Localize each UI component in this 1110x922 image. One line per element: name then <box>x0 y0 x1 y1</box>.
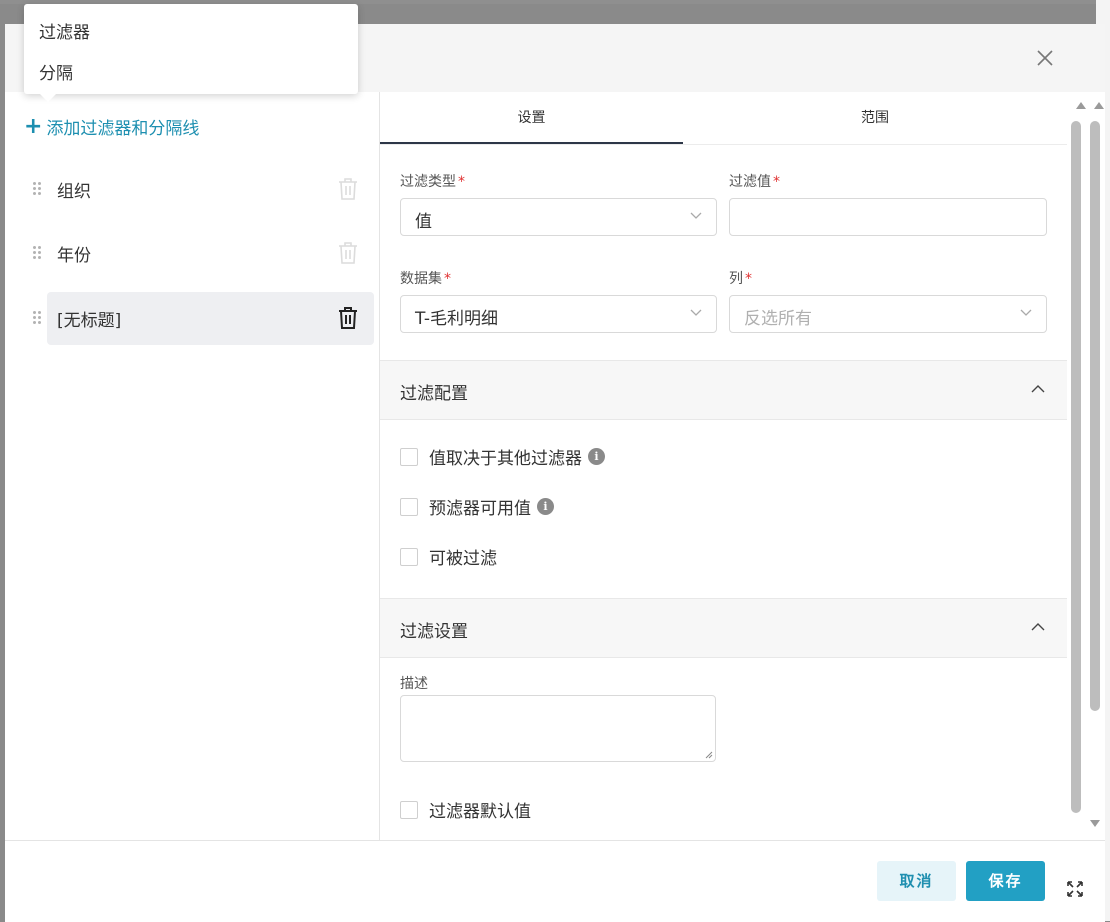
filter-item-org[interactable]: 组织 <box>33 163 374 216</box>
trash-icon[interactable] <box>337 241 359 265</box>
cancel-button[interactable]: 取消 <box>877 861 956 901</box>
filter-item-label: 年份 <box>57 246 91 266</box>
checkbox[interactable] <box>400 447 418 466</box>
checkbox[interactable] <box>400 547 418 566</box>
tab-bar: 设置 范围 <box>380 92 1067 145</box>
filter-list-panel: + 添加过滤器和分隔线 组织 年份 [无标题] <box>5 92 380 840</box>
close-icon[interactable] <box>1033 46 1057 70</box>
drag-handle-icon[interactable] <box>33 246 41 260</box>
dialog-footer: 取消 保存 <box>5 840 1105 922</box>
trash-icon[interactable] <box>337 177 359 201</box>
section-title: 过滤配置 <box>400 384 468 404</box>
save-button[interactable]: 保存 <box>966 861 1045 901</box>
add-filter-divider-link[interactable]: + 添加过滤器和分隔线 <box>24 114 199 139</box>
dataset-select[interactable]: T-毛利明细 <box>400 295 717 333</box>
option-prefilter-values: 预滤器可用值 i <box>400 494 554 519</box>
resize-handle-icon[interactable] <box>705 751 713 759</box>
filter-item-label: [无标题] <box>57 311 122 331</box>
filter-item-untitled[interactable]: [无标题] <box>33 292 374 345</box>
chevron-up-icon[interactable] <box>1031 622 1045 631</box>
menu-caret <box>40 94 56 102</box>
option-can-be-filtered: 可被过滤 <box>400 544 497 569</box>
filter-type-select[interactable]: 值 <box>400 198 717 236</box>
filter-settings-panel: 设置 范围 过滤类型 * 值 过滤值 * 数据集 * T-毛利明细 列 * 反选所有 <box>380 92 1067 840</box>
description-textarea[interactable] <box>400 695 716 762</box>
add-link-label: 添加过滤器和分隔线 <box>46 119 200 139</box>
chevron-down-icon <box>690 212 702 219</box>
scroll-down-icon[interactable] <box>1090 820 1100 827</box>
filter-dialog: + 添加过滤器和分隔线 组织 年份 [无标题] 设置 范围 过滤类型 * 值 过… <box>5 24 1105 922</box>
filter-item-label: 组织 <box>57 182 91 202</box>
dataset-label: 数据集 * <box>400 271 451 287</box>
column-placeholder: 反选所有 <box>744 309 812 329</box>
add-filter-menu: 过滤器 分隔 <box>24 4 358 102</box>
section-title: 过滤设置 <box>400 622 468 642</box>
info-icon[interactable]: i <box>588 448 605 465</box>
description-label: 描述 <box>400 676 428 692</box>
drag-handle-icon[interactable] <box>33 182 41 196</box>
filter-type-value: 值 <box>415 212 432 232</box>
filter-value-label: 过滤值 * <box>729 174 780 190</box>
menu-item-filter[interactable]: 过滤器 <box>39 18 90 43</box>
filter-item-year[interactable]: 年份 <box>33 227 374 280</box>
chevron-down-icon <box>690 309 702 316</box>
checkbox[interactable] <box>400 800 418 819</box>
option-default-value: 过滤器默认值 <box>400 797 531 822</box>
checkbox[interactable] <box>400 497 418 516</box>
filter-value-input[interactable] <box>729 198 1047 236</box>
chevron-down-icon <box>1020 309 1032 316</box>
info-icon[interactable]: i <box>537 498 554 515</box>
trash-icon[interactable] <box>337 306 359 330</box>
option-depends-on-filters: 值取决于其他过滤器 i <box>400 444 605 469</box>
scroll-thumb[interactable] <box>1090 121 1100 711</box>
expand-icon[interactable] <box>1067 881 1083 897</box>
tab-settings[interactable]: 设置 <box>380 92 683 144</box>
filter-settings-header[interactable]: 过滤设置 <box>380 598 1067 658</box>
column-label: 列 * <box>729 271 752 287</box>
scroll-up-icon[interactable] <box>1076 102 1086 109</box>
plus-icon: + <box>24 113 43 139</box>
scroll-thumb[interactable] <box>1071 121 1081 813</box>
menu-item-divider[interactable]: 分隔 <box>39 59 73 84</box>
filter-config-header[interactable]: 过滤配置 <box>380 360 1067 420</box>
chevron-up-icon[interactable] <box>1031 384 1045 393</box>
filter-type-label: 过滤类型 * <box>400 174 465 190</box>
scroll-up-icon[interactable] <box>1094 102 1104 109</box>
scrollbar[interactable] <box>1067 92 1105 840</box>
dataset-value: T-毛利明细 <box>415 309 498 329</box>
tab-scope[interactable]: 范围 <box>683 92 1067 144</box>
column-select[interactable]: 反选所有 <box>729 295 1047 333</box>
drag-handle-icon[interactable] <box>33 311 41 325</box>
